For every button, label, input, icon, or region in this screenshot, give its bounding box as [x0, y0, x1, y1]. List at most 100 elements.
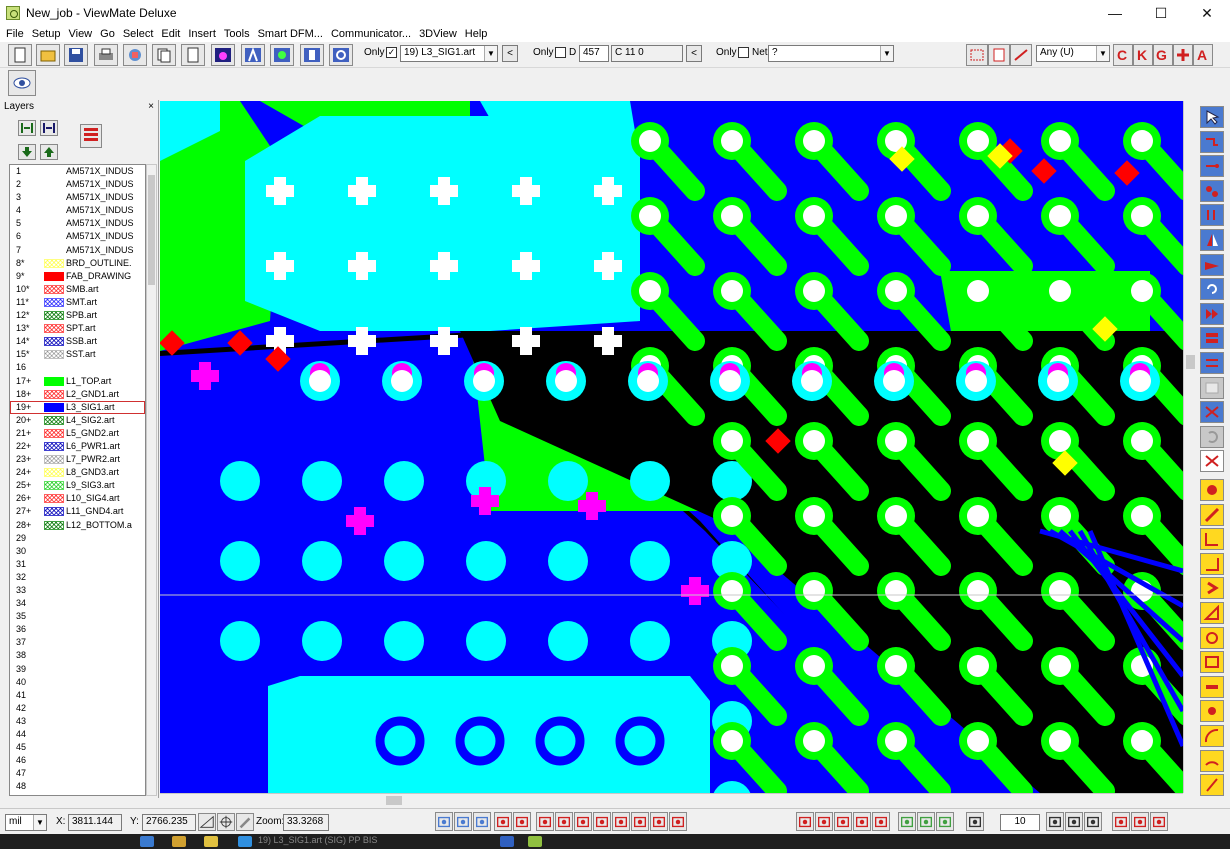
via-hole[interactable] [1049, 730, 1071, 752]
via-hole[interactable] [803, 280, 825, 302]
only-net-checkbox[interactable] [738, 47, 749, 58]
via-hole[interactable] [721, 730, 743, 752]
via-hole[interactable] [639, 130, 661, 152]
draw-chevron-button[interactable] [1200, 577, 1224, 600]
layer-row[interactable]: 5 AM571X_INDUS [10, 217, 145, 230]
measure-2-button[interactable] [815, 812, 833, 831]
via-hole[interactable] [885, 730, 907, 752]
grid-toggle-button[interactable] [966, 812, 984, 831]
menu-view[interactable]: View [64, 28, 96, 40]
via-hole[interactable] [1049, 655, 1071, 677]
draw-slash-button[interactable] [1200, 774, 1224, 797]
via-hole[interactable] [1049, 430, 1071, 452]
maximize-button[interactable]: ☐ [1138, 0, 1184, 26]
only-dcode-checkbox[interactable] [555, 47, 566, 58]
layer-row[interactable]: 2 AM571X_INDUS [10, 178, 145, 191]
via-hole[interactable] [721, 580, 743, 602]
layer-row[interactable]: 8* BRD_OUTLINE. [10, 257, 145, 270]
pointer-button[interactable] [1200, 106, 1224, 128]
bulb-off-button[interactable] [936, 812, 954, 831]
via-hole[interactable] [967, 655, 989, 677]
pad-cyan[interactable] [466, 541, 506, 581]
zoom-area-button[interactable] [650, 812, 668, 831]
pan-end-button[interactable] [631, 812, 649, 831]
refresh-button[interactable] [669, 812, 687, 831]
scrollbar-thumb[interactable] [148, 175, 155, 285]
prev-layer-button[interactable]: < [502, 45, 518, 62]
snap-grid-button[interactable] [1046, 812, 1064, 831]
menu-3dview[interactable]: 3DView [415, 28, 461, 40]
layer-row[interactable]: 17+ L1_TOP.art [10, 375, 145, 388]
via-hole[interactable] [721, 280, 743, 302]
pad-cyan[interactable] [302, 541, 342, 581]
draw-angle-button[interactable] [1200, 528, 1224, 551]
zoom-previous-button[interactable] [513, 812, 531, 831]
menu-tools[interactable]: Tools [220, 28, 254, 40]
pad-cyan[interactable] [302, 461, 342, 501]
layer-row[interactable]: 39 [10, 663, 145, 676]
new-file-button[interactable] [8, 44, 32, 66]
filter-k-button[interactable]: K [1133, 44, 1153, 66]
canvas-vertical-scrollbar[interactable] [1183, 101, 1196, 793]
scrollbar-thumb[interactable] [386, 796, 402, 805]
layer-row[interactable]: 38 [10, 649, 145, 662]
via-hole[interactable] [637, 370, 659, 392]
via-hole[interactable] [803, 205, 825, 227]
layer-row[interactable]: 23+ L7_PWR2.art [10, 453, 145, 466]
pick-button[interactable] [236, 813, 254, 831]
via-hole[interactable] [473, 370, 495, 392]
pad-cyan[interactable] [630, 621, 670, 661]
layer-color-swatch[interactable] [44, 468, 64, 478]
snap-line-button[interactable] [1084, 812, 1102, 831]
layer-color-swatch[interactable] [44, 481, 64, 491]
pad-cyan[interactable] [548, 621, 588, 661]
layer-color-swatch[interactable] [44, 271, 64, 281]
measure-tool-button[interactable] [198, 813, 216, 831]
pan-right-button[interactable] [555, 812, 573, 831]
measure-5-button[interactable] [872, 812, 890, 831]
via-hole[interactable] [967, 730, 989, 752]
via-hole[interactable] [967, 430, 989, 452]
via-hole[interactable] [803, 655, 825, 677]
layer-color-swatch[interactable] [44, 441, 64, 451]
via-hole[interactable] [967, 580, 989, 602]
layer-row[interactable]: 32 [10, 571, 145, 584]
crosshair-button[interactable] [217, 813, 235, 831]
layer-row[interactable]: 28+ L12_BOTTOM.a [10, 519, 145, 532]
pcb-canvas[interactable] [160, 101, 1183, 793]
layer-row[interactable]: 30 [10, 545, 145, 558]
select-window-button[interactable] [966, 44, 988, 66]
via-hole[interactable] [1049, 280, 1071, 302]
draw-arc-cw-button[interactable] [1200, 749, 1224, 772]
via-hole[interactable] [885, 205, 907, 227]
via-hole[interactable] [803, 430, 825, 452]
pcb-artwork[interactable] [160, 101, 1183, 793]
layer-row[interactable]: 6 AM571X_INDUS [10, 230, 145, 243]
align-items-button[interactable] [1200, 352, 1224, 374]
layer-align-right-button[interactable] [40, 120, 58, 136]
close-button[interactable]: ✕ [1184, 0, 1230, 26]
taskbar-app-icon[interactable] [140, 836, 154, 847]
layer-color-swatch[interactable] [44, 389, 64, 399]
via-hole[interactable] [885, 655, 907, 677]
mirror-button[interactable] [1200, 253, 1224, 276]
via-hole[interactable] [803, 505, 825, 527]
via-hole[interactable] [721, 430, 743, 452]
undo-button[interactable] [1200, 425, 1224, 448]
layer-row[interactable]: 43 [10, 715, 145, 728]
draw-line-button[interactable] [1200, 503, 1224, 526]
layer-color-swatch[interactable] [44, 376, 64, 386]
menu-select[interactable]: Select [119, 28, 158, 40]
flip-button[interactable] [1200, 229, 1224, 251]
layer-row[interactable]: 27+ L11_GND4.art [10, 505, 145, 518]
layer-color-swatch[interactable] [44, 455, 64, 465]
print-button[interactable] [94, 44, 118, 66]
via-hole[interactable] [967, 280, 989, 302]
filter-plus-button[interactable] [1173, 44, 1193, 66]
canvas-horizontal-scrollbar[interactable] [160, 793, 1183, 806]
layer-row[interactable]: 42 [10, 702, 145, 715]
via-hole[interactable] [885, 580, 907, 602]
layer-row[interactable]: 31 [10, 558, 145, 571]
pan-down-button[interactable] [593, 812, 611, 831]
grid-size-field[interactable]: 10 [1000, 814, 1040, 831]
